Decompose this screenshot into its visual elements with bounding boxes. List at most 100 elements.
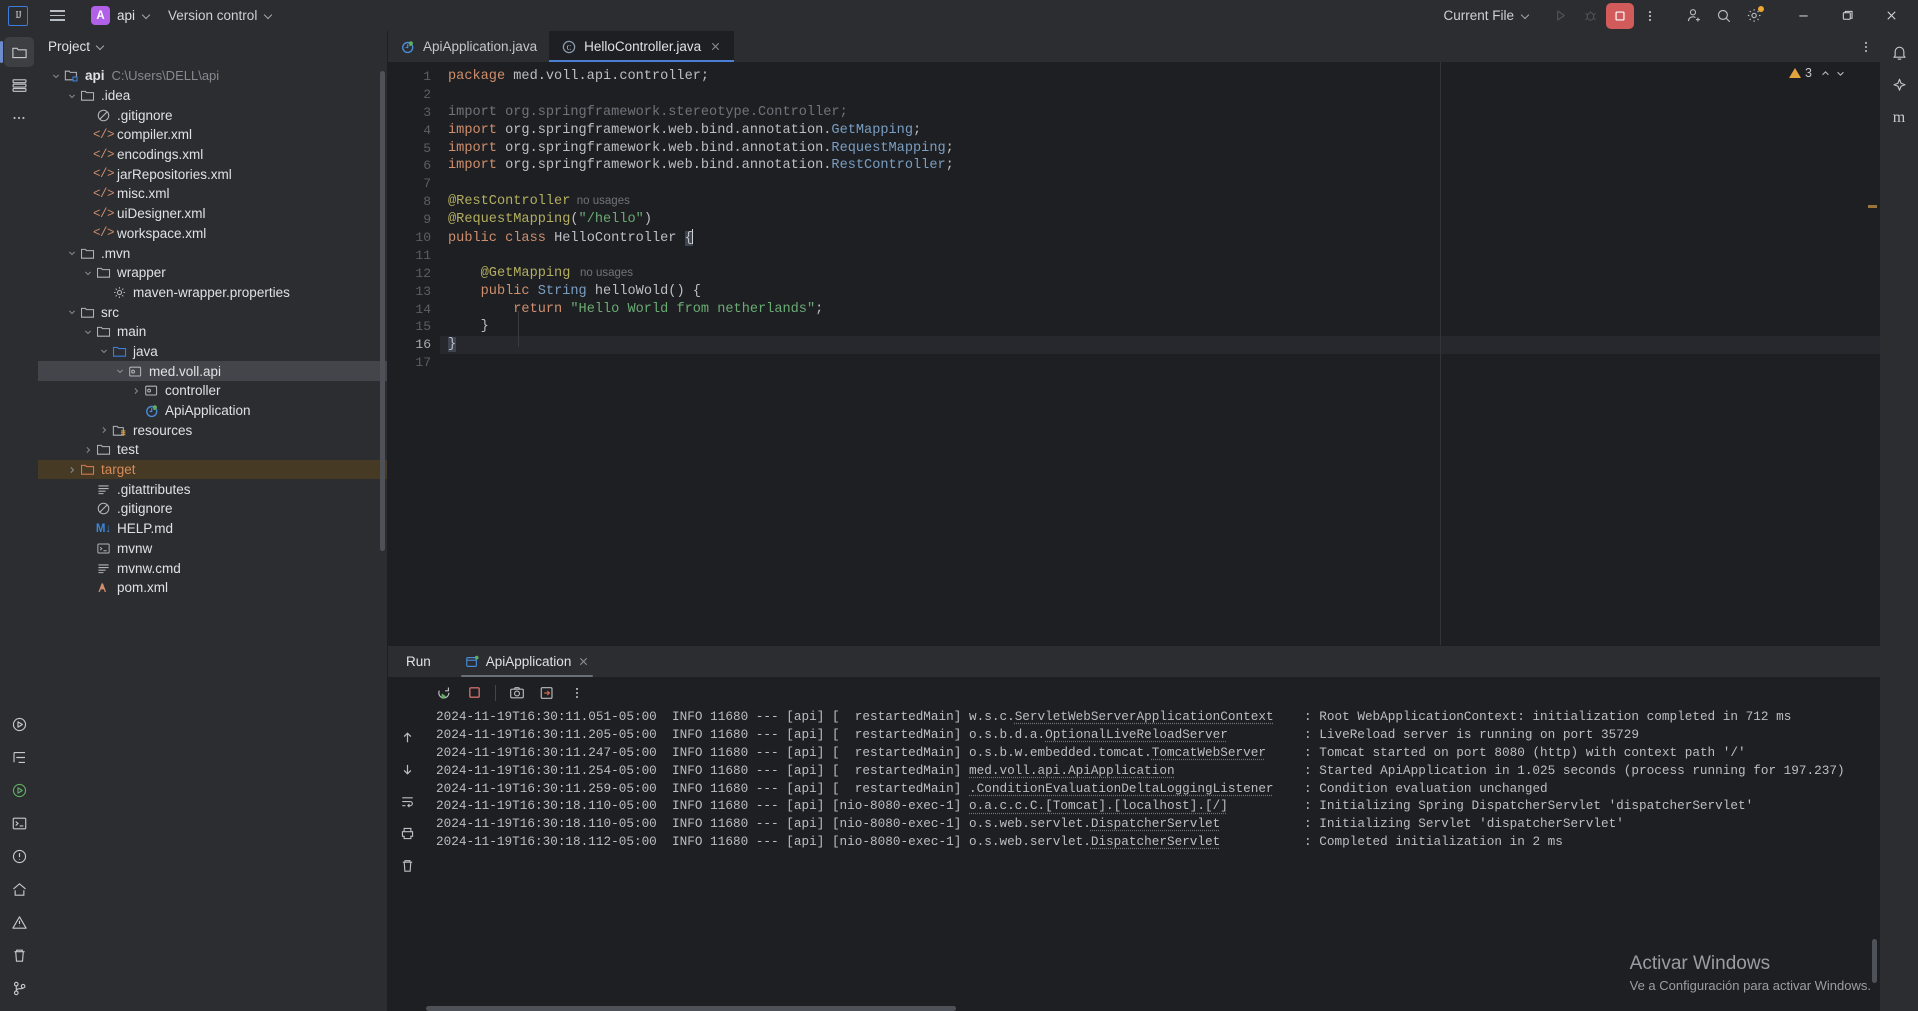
editor-tab-apiapplication-java[interactable]: ApiApplication.java	[388, 31, 549, 62]
ai-assistant-button[interactable]	[1884, 70, 1914, 100]
sidebar-item-commit[interactable]	[4, 70, 34, 100]
clear-all-button[interactable]	[393, 851, 421, 879]
log-logger[interactable]: o.a.c.c.C.[Tomcat].[localhost].[/]	[969, 798, 1304, 813]
main-menu-icon[interactable]	[44, 3, 70, 29]
chevron-down-icon[interactable]	[96, 344, 111, 359]
log-logger-link[interactable]: o.a.c.c.C.[Tomcat].[localhost].[/]	[969, 798, 1228, 813]
tree-node--idea[interactable]: .idea	[38, 86, 387, 106]
close-window-button[interactable]	[1870, 0, 1912, 31]
console-horizontal-scrollbar[interactable]	[426, 1006, 956, 1011]
code-editor[interactable]: 1 2 3 4 5 6 7 8 9 10 11 12 13 14 15 16 17 package med.vo…	[388, 62, 1880, 645]
run-button[interactable]	[1546, 3, 1574, 29]
sidebar-item-version-control[interactable]	[4, 973, 34, 1003]
close-tab-icon[interactable]	[708, 40, 722, 54]
soft-wrap-button[interactable]	[393, 787, 421, 815]
chevron-down-icon[interactable]	[64, 88, 79, 103]
log-logger[interactable]: .ConditionEvaluationDeltaLoggingListener	[969, 781, 1304, 796]
chevron-right-icon[interactable]	[80, 442, 95, 457]
maven-tool-button[interactable]: m	[1884, 103, 1914, 133]
code-line[interactable]	[440, 86, 1880, 104]
tree-node-main[interactable]: main	[38, 322, 387, 342]
stop-button[interactable]	[460, 680, 488, 706]
tree-node-uidesigner-xml[interactable]: </> uiDesigner.xml	[38, 204, 387, 224]
console-scrollbar[interactable]	[1872, 939, 1877, 983]
tree-node-misc-xml[interactable]: </> misc.xml	[38, 184, 387, 204]
code-line[interactable]: return "Hello World from netherlands";	[440, 301, 1880, 319]
tree-node-api[interactable]: api C:\Users\DELL\api	[38, 66, 387, 86]
tree-node-maven-wrapper-properties[interactable]: maven-wrapper.properties	[38, 283, 387, 303]
close-icon[interactable]	[578, 656, 589, 667]
tree-node-mvnw[interactable]: mvnw	[38, 539, 387, 559]
rerun-button[interactable]	[430, 680, 458, 706]
tree-node-med-voll-api[interactable]: med.voll.api	[38, 361, 387, 381]
chevron-down-icon[interactable]	[80, 324, 95, 339]
sidebar-item-debug[interactable]	[4, 775, 34, 805]
tree-node-java[interactable]: java	[38, 342, 387, 362]
tree-node-resources[interactable]: resources	[38, 420, 387, 440]
log-logger-link[interactable]: OptionalLiveReloadServer	[1045, 727, 1228, 742]
chevron-down-icon[interactable]	[1835, 68, 1846, 79]
tree-node-jarrepositories-xml[interactable]: </> jarRepositories.xml	[38, 164, 387, 184]
tree-node-mvnw-cmd[interactable]: mvnw.cmd	[38, 558, 387, 578]
tree-node-encodings-xml[interactable]: </> encodings.xml	[38, 145, 387, 165]
code-line[interactable]: }	[440, 318, 1880, 336]
code-line[interactable]: import org.springframework.web.bind.anno…	[440, 157, 1880, 175]
log-logger[interactable]: o.s.b.w.embedded.tomcat.TomcatWebServer	[969, 745, 1304, 760]
sidebar-item-terminal[interactable]	[4, 808, 34, 838]
scroll-up-button[interactable]	[393, 723, 421, 751]
sidebar-item-services[interactable]	[4, 874, 34, 904]
tree-node-target[interactable]: target	[38, 459, 387, 480]
chevron-right-icon[interactable]	[96, 423, 111, 438]
chevron-down-icon[interactable]	[64, 246, 79, 261]
tree-node-test[interactable]: test	[38, 440, 387, 460]
log-logger-link[interactable]: DispatcherServlet	[1091, 834, 1220, 849]
editor-tab-bar[interactable]: ApiApplication.java C HelloController.java	[388, 31, 1880, 62]
export-button[interactable]	[533, 680, 561, 706]
code-line[interactable]	[440, 175, 1880, 193]
log-logger-link[interactable]: .ConditionEvaluationDeltaLoggingListener	[969, 781, 1274, 796]
settings-button[interactable]	[1740, 3, 1768, 29]
inspection-widget[interactable]: 3	[1789, 66, 1846, 80]
stop-button[interactable]	[1606, 2, 1634, 29]
tree-node-workspace-xml[interactable]: </> workspace.xml	[38, 224, 387, 244]
tree-node--mvn[interactable]: .mvn	[38, 243, 387, 263]
print-button[interactable]	[393, 819, 421, 847]
log-logger[interactable]: med.voll.api.ApiApplication	[969, 763, 1304, 778]
tree-node-help-md[interactable]: M↓ HELP.md	[38, 519, 387, 539]
code-line[interactable]: }	[440, 336, 1880, 355]
debug-button[interactable]	[1576, 3, 1604, 29]
log-logger[interactable]: o.s.web.servlet.DispatcherServlet	[969, 816, 1304, 831]
code-line[interactable]: import org.springframework.stereotype.Co…	[440, 104, 1880, 122]
add-account-button[interactable]	[1680, 3, 1708, 29]
log-logger[interactable]: o.s.b.d.a.OptionalLiveReloadServer	[969, 727, 1304, 742]
chevron-down-icon[interactable]	[112, 364, 127, 379]
code-content[interactable]: package med.voll.api.controller; import o…	[440, 62, 1880, 645]
chevron-down-icon[interactable]	[80, 265, 95, 280]
code-line[interactable]: import org.springframework.web.bind.anno…	[440, 140, 1880, 158]
tree-node--gitignore[interactable]: .gitignore	[38, 499, 387, 519]
code-line[interactable]: import org.springframework.web.bind.anno…	[440, 122, 1880, 140]
more-options-button[interactable]	[563, 680, 591, 706]
code-line[interactable]	[440, 354, 1880, 372]
sidebar-item-structure[interactable]	[4, 742, 34, 772]
minimize-window-button[interactable]	[1782, 0, 1824, 31]
more-actions-button[interactable]	[1636, 3, 1664, 29]
project-selector[interactable]: A api	[84, 3, 158, 28]
code-line[interactable]: public class HelloController {	[440, 229, 1880, 247]
chevron-down-icon[interactable]	[64, 305, 79, 320]
editor-tab-hellocontroller-java[interactable]: C HelloController.java	[549, 31, 735, 62]
chevron-up-icon[interactable]	[1820, 68, 1831, 79]
tree-node-src[interactable]: src	[38, 302, 387, 322]
code-line[interactable]: @GetMapping no usages	[440, 265, 1880, 283]
log-logger[interactable]: w.s.c.ServletWebServerApplicationContext	[969, 709, 1304, 724]
code-line[interactable]	[440, 247, 1880, 265]
chevron-down-icon[interactable]	[96, 42, 105, 51]
log-logger-link[interactable]: med.voll.api.ApiApplication	[969, 763, 1175, 778]
chevron-right-icon[interactable]	[128, 383, 143, 398]
notifications-button[interactable]	[1884, 37, 1914, 67]
tree-node-controller[interactable]: controller	[38, 381, 387, 401]
editor-marker[interactable]	[1868, 205, 1877, 208]
chevron-right-icon[interactable]	[64, 462, 79, 477]
run-config-tab[interactable]: ApiApplication	[453, 646, 602, 677]
project-tree[interactable]: api C:\Users\DELL\api .idea .gitignore </> co…	[38, 61, 387, 1011]
